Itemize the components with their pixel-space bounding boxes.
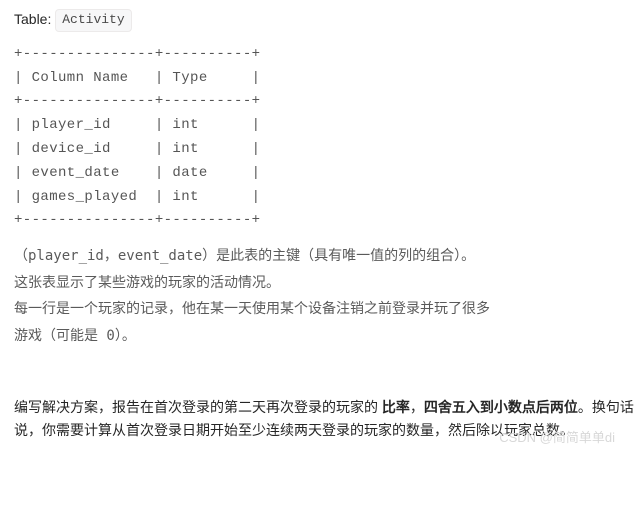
schema-header: | Column Name | Type | [14, 70, 260, 86]
schema-sep-mid: +---------------+----------+ [14, 93, 260, 109]
problem-frag: ， [410, 399, 424, 415]
explain-line: 游戏（可能是 0）。 [14, 328, 136, 344]
watermark: CSDN @简简单单di [499, 428, 635, 449]
table-name-chip: Activity [55, 9, 131, 32]
schema-block: +---------------+----------+ | Column Na… [14, 43, 635, 233]
schema-row: | device_id | int | [14, 141, 260, 157]
schema-row: | games_played | int | [14, 189, 260, 205]
schema-sep-top: +---------------+----------+ [14, 46, 260, 62]
explanation-block: （player_id，event_date）是此表的主键（具有唯一值的列的组合）… [14, 243, 635, 349]
schema-row: | player_id | int | [14, 117, 260, 133]
schema-row: | event_date | date | [14, 165, 260, 181]
explain-line: 每一行是一个玩家的记录，他在某一天使用某个设备注销之前登录并玩了很多 [14, 301, 490, 317]
table-label-text: Table: [14, 11, 51, 27]
table-label: Table: Activity [14, 8, 635, 33]
problem-strong-ratio: 比率 [382, 399, 410, 415]
explain-line: （player_id，event_date）是此表的主键（具有唯一值的列的组合）… [14, 248, 475, 264]
explain-line: 这张表显示了某些游戏的玩家的活动情况。 [14, 275, 280, 291]
schema-sep-bot: +---------------+----------+ [14, 212, 260, 228]
problem-strong-round: 四舍五入到小数点后两位 [424, 399, 578, 415]
problem-frag: 编写解决方案，报告在首次登录的第二天再次登录的玩家的 [14, 399, 382, 415]
